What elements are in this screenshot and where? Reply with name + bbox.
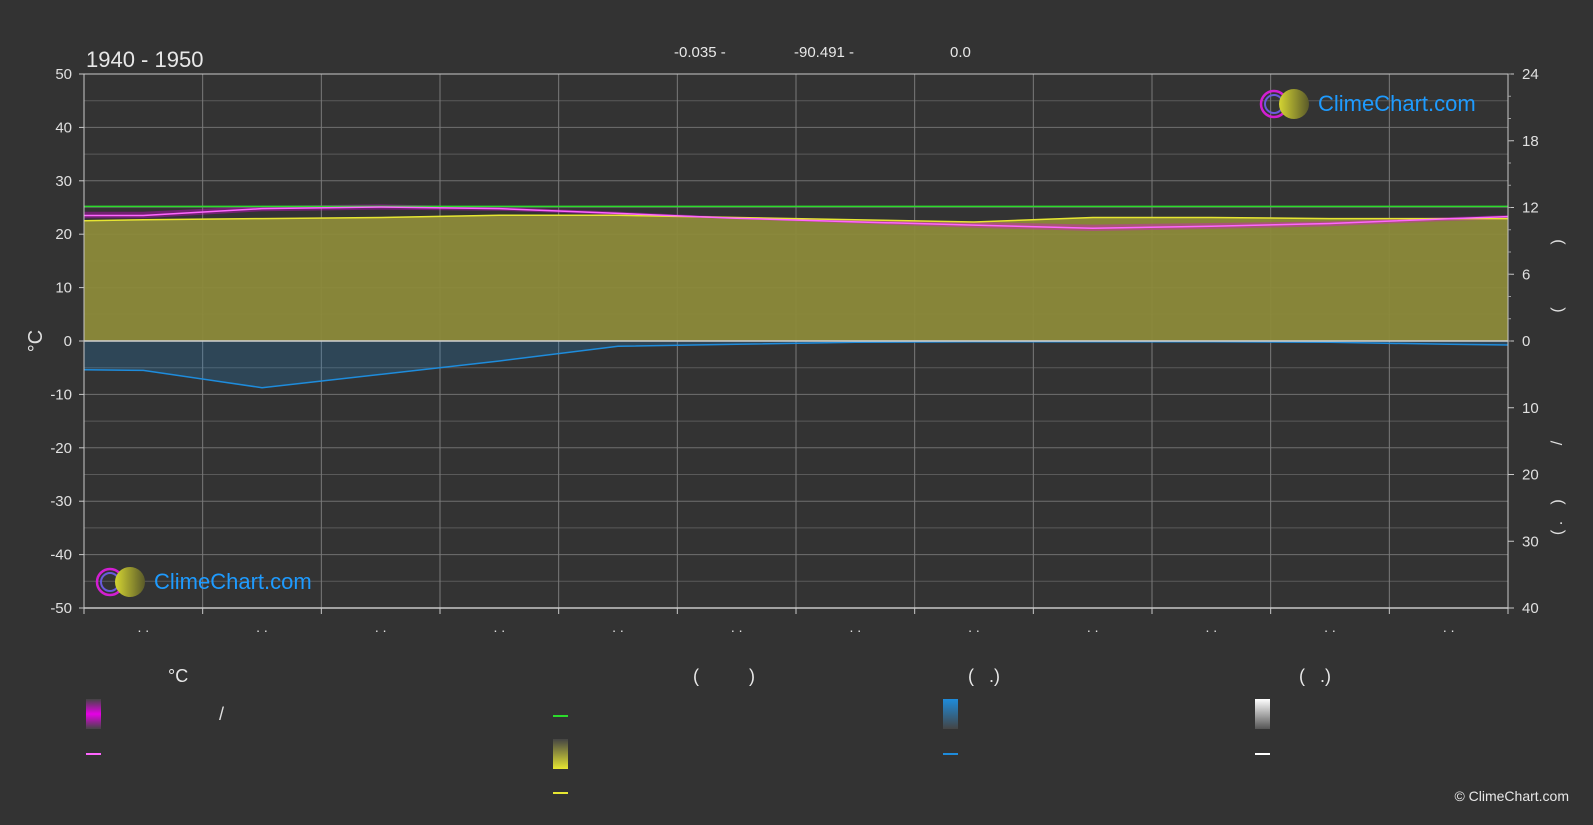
left-axis-tick-label: 10 bbox=[55, 280, 72, 297]
brand-logo-text: ClimeChart.com bbox=[1318, 91, 1476, 116]
x-axis-month-label: . . bbox=[1205, 619, 1217, 635]
legend-temp-range-swatch bbox=[86, 699, 101, 729]
x-axis-month-label: . . bbox=[849, 619, 861, 635]
left-axis-tick-label: -40 bbox=[50, 547, 72, 564]
right-axis-mm-tick-label: 30 bbox=[1522, 533, 1539, 550]
left-axis-tick-label: 0 bbox=[64, 333, 72, 350]
right-axis-title-fragment: / bbox=[1549, 440, 1566, 445]
legend-sunshine-mean-swatch bbox=[553, 792, 568, 794]
left-axis-title: °C bbox=[25, 330, 47, 352]
right-axis-title-fragment: ) bbox=[1549, 499, 1566, 504]
right-axis-title-fragment: ) bbox=[1549, 239, 1566, 244]
legend-temp-mean-swatch bbox=[86, 753, 101, 755]
right-axis-hours-tick-label: 12 bbox=[1522, 200, 1539, 217]
brand-logo-top[interactable]: ClimeChart.com bbox=[1258, 88, 1476, 120]
legend-snow-heading: ( .) bbox=[1299, 666, 1331, 686]
climechart-logo-icon bbox=[95, 567, 145, 597]
left-axis-tick-label: -10 bbox=[50, 386, 72, 403]
climechart-logo-icon bbox=[1259, 89, 1309, 119]
right-axis-hours-tick-label: 24 bbox=[1522, 66, 1539, 83]
legend-snow-mean-swatch bbox=[1255, 753, 1270, 755]
sunshine-area bbox=[84, 215, 1508, 341]
x-axis-month-label: . . bbox=[612, 619, 624, 635]
left-axis-tick-label: -30 bbox=[50, 493, 72, 510]
x-axis-month-label: . . bbox=[137, 619, 149, 635]
right-axis-title-fragment: ( bbox=[1549, 307, 1566, 313]
x-axis-month-label: . . bbox=[1324, 619, 1336, 635]
right-axis-mm-tick-label: 10 bbox=[1522, 400, 1539, 417]
legend-rain-heading: ( .) bbox=[968, 666, 1000, 686]
left-axis-tick-label: 20 bbox=[55, 226, 72, 243]
right-axis-title-fragment: ( . bbox=[1549, 521, 1566, 535]
legend-snow-swatch bbox=[1255, 699, 1270, 729]
longitude-value: -90.491 - bbox=[794, 44, 855, 61]
legend-rain-swatch bbox=[943, 699, 958, 729]
x-axis-month-label: . . bbox=[968, 619, 980, 635]
elevation-value: 0.0 bbox=[950, 44, 971, 61]
left-axis-tick-label: 50 bbox=[55, 66, 72, 83]
x-axis-month-label: . . bbox=[493, 619, 505, 635]
right-axis-mm-tick-label: 20 bbox=[1522, 467, 1539, 484]
left-axis-tick-label: 30 bbox=[55, 173, 72, 190]
legend-temp-range-separator: / bbox=[219, 704, 225, 724]
legend-sunshine-swatch bbox=[553, 739, 568, 769]
x-axis-month-label: . . bbox=[731, 619, 743, 635]
copyright-text: © ClimeChart.com bbox=[1454, 788, 1569, 804]
brand-logo-text: ClimeChart.com bbox=[154, 569, 312, 594]
legend-temperature-heading: °C bbox=[168, 666, 189, 686]
climate-chart: 50 40 30 20 10 0 -10 -20 -30 -40 -50 °C 24 18 12 6 0 10 20… bbox=[25, 66, 1566, 635]
legend-rain-mean-swatch bbox=[943, 753, 958, 755]
latitude-value: -0.035 - bbox=[674, 44, 726, 61]
right-axis-mm-tick-label: 40 bbox=[1522, 600, 1539, 617]
right-axis-hours-tick-label: 6 bbox=[1522, 266, 1530, 283]
brand-logo-bottom[interactable]: ClimeChart.com bbox=[94, 566, 312, 598]
chart-period-title: 1940 - 1950 bbox=[86, 47, 204, 72]
x-axis-month-label: . . bbox=[256, 619, 268, 635]
left-axis-tick-label: -20 bbox=[50, 440, 72, 457]
right-axis-hours-tick-label: 18 bbox=[1522, 133, 1539, 150]
legend-daylight-swatch bbox=[553, 715, 568, 717]
x-axis-month-label: . . bbox=[1443, 619, 1455, 635]
x-axis-month-label: . . bbox=[375, 619, 387, 635]
legend-sun-heading: ( ) bbox=[693, 666, 755, 686]
left-axis-tick-label: 40 bbox=[55, 119, 72, 136]
left-axis-tick-label: -50 bbox=[50, 600, 72, 617]
x-axis-month-label: . . bbox=[1087, 619, 1099, 635]
right-axis-hours-tick-label: 0 bbox=[1522, 333, 1530, 350]
